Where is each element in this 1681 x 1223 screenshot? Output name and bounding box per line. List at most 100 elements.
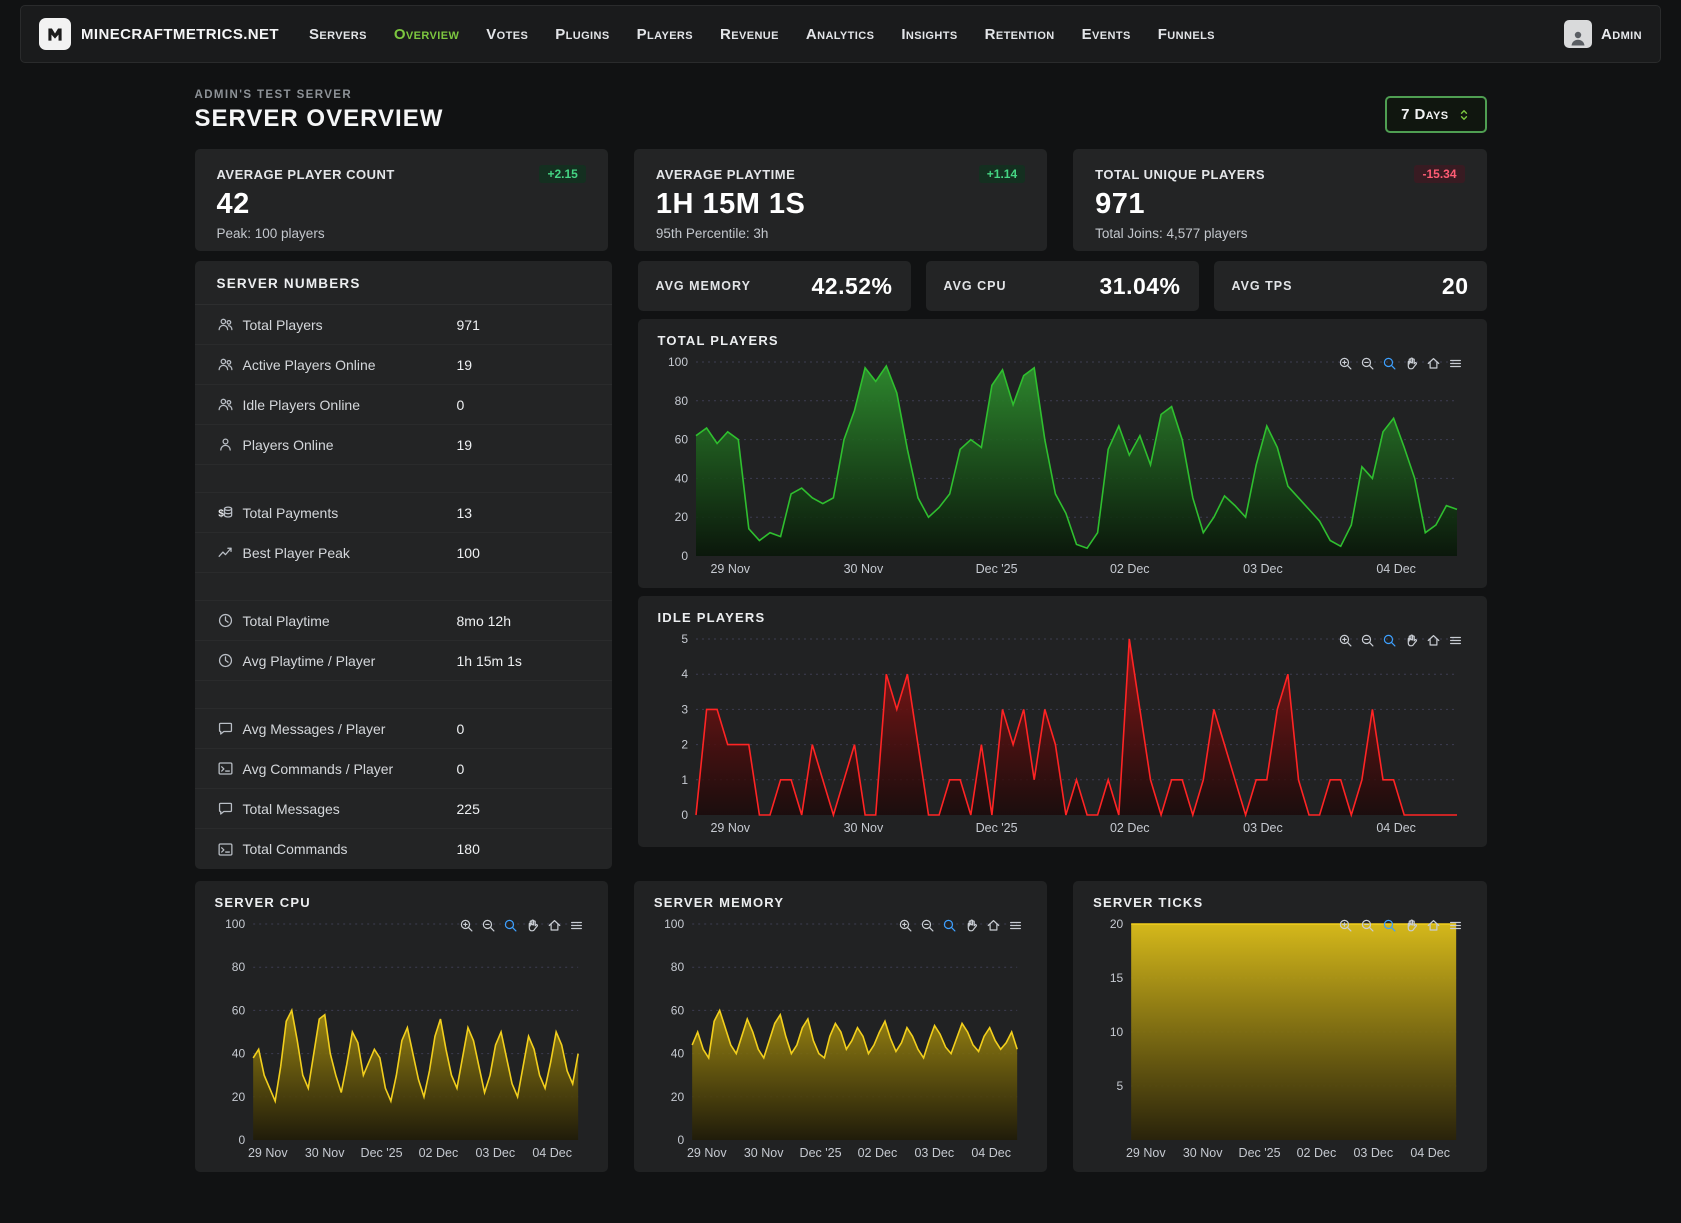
chart-title: SERVER MEMORY: [654, 895, 1027, 910]
gauge-card: AVG MEMORY 42.52%: [638, 261, 911, 311]
pan-icon[interactable]: [964, 918, 979, 933]
autoscale-icon[interactable]: [503, 918, 518, 933]
trend-icon: [217, 544, 234, 561]
zoom-out-icon[interactable]: [481, 918, 496, 933]
x-tick-label: Dec '25: [975, 562, 1017, 576]
row-value: 0: [457, 721, 465, 737]
home-icon[interactable]: [547, 918, 562, 933]
zoom-in-icon[interactable]: [898, 918, 913, 933]
row-icon-slot: $: [217, 504, 243, 521]
pan-icon[interactable]: [525, 918, 540, 933]
gauge-card: AVG CPU 31.04%: [926, 261, 1199, 311]
user-menu[interactable]: Admin: [1564, 20, 1642, 48]
brand[interactable]: MINECRAFTMETRICS.NET: [39, 18, 279, 50]
zoom-out-icon[interactable]: [1360, 633, 1375, 648]
nav-item-label: Analytics: [806, 26, 874, 43]
stat-card-trend-badge: +2.15: [539, 165, 585, 183]
chart-plot[interactable]: 02040608010029 Nov30 NovDec '2502 Dec03 …: [654, 914, 1027, 1164]
menu-icon[interactable]: [1448, 918, 1463, 933]
pan-icon[interactable]: [1404, 918, 1419, 933]
nav-item-players[interactable]: Players: [637, 26, 693, 43]
nav-item-overview[interactable]: Overview: [394, 26, 459, 43]
row-separator: [195, 681, 612, 709]
menu-icon[interactable]: [1448, 356, 1463, 371]
row-value: 971: [457, 317, 480, 333]
row-label: Avg Playtime / Player: [243, 653, 457, 669]
chart-modebar: [1338, 633, 1463, 648]
stat-card: AVERAGE PLAYER COUNT +2.15 42 Peak: 100 …: [195, 149, 608, 251]
y-tick-label: 20: [231, 1090, 245, 1104]
gauges-row: AVG MEMORY 42.52% AVG CPU 31.04% AVG TPS…: [638, 261, 1487, 311]
zoom-in-icon[interactable]: [459, 918, 474, 933]
row-label: Avg Commands / Player: [243, 761, 457, 777]
y-tick-label: 0: [681, 808, 688, 822]
x-tick-label: 02 Dec: [857, 1146, 897, 1160]
nav-item-analytics[interactable]: Analytics: [806, 26, 874, 43]
menu-icon[interactable]: [1448, 633, 1463, 648]
autoscale-icon[interactable]: [1382, 918, 1397, 933]
row-value: 0: [457, 397, 465, 413]
autoscale-icon[interactable]: [1382, 633, 1397, 648]
y-tick-label: 0: [677, 1133, 684, 1147]
chart-plot[interactable]: 510152029 Nov30 NovDec '2502 Dec03 Dec04…: [1093, 914, 1466, 1164]
x-tick-label: Dec '25: [975, 821, 1017, 835]
pan-icon[interactable]: [1404, 356, 1419, 371]
row-value: 13: [457, 505, 473, 521]
home-icon[interactable]: [1426, 356, 1441, 371]
x-tick-label: 02 Dec: [1297, 1146, 1337, 1160]
nav-item-retention[interactable]: Retention: [985, 26, 1055, 43]
y-tick-label: 100: [225, 917, 245, 931]
x-tick-label: 29 Nov: [247, 1146, 287, 1160]
nav-item-servers[interactable]: Servers: [309, 26, 367, 43]
home-icon[interactable]: [1426, 633, 1441, 648]
home-icon[interactable]: [986, 918, 1001, 933]
user-icon: [217, 436, 234, 453]
nav-item-plugins[interactable]: Plugins: [555, 26, 609, 43]
nav-item-revenue[interactable]: Revenue: [720, 26, 779, 43]
nav-item-label: Insights: [901, 26, 957, 43]
gauge-value: 42.52%: [811, 273, 892, 300]
charts-main: TOTAL PLAYERS 02040608010029 Nov30 NovDe…: [638, 319, 1487, 847]
chart-plot[interactable]: 02040608010029 Nov30 NovDec '2502 Dec03 …: [658, 352, 1467, 580]
nav-item-funnels[interactable]: Funnels: [1158, 26, 1215, 43]
date-range-select[interactable]: 7 Days: [1385, 96, 1486, 133]
server-label: ADMIN'S TEST SERVER: [195, 89, 444, 101]
nav-item-events[interactable]: Events: [1082, 26, 1131, 43]
x-tick-label: 04 Dec: [532, 1146, 572, 1160]
gauge-card: AVG TPS 20: [1214, 261, 1487, 311]
zoom-out-icon[interactable]: [1360, 918, 1375, 933]
y-tick-label: 40: [674, 471, 688, 485]
row-icon-slot: [217, 356, 243, 373]
autoscale-icon[interactable]: [1382, 356, 1397, 371]
zoom-in-icon[interactable]: [1338, 918, 1353, 933]
chart-modebar: [1338, 918, 1463, 933]
server-numbers-row: Total Playtime 8mo 12h: [195, 601, 612, 641]
x-tick-label: 30 Nov: [843, 821, 883, 835]
server-numbers-row: $ Total Payments 13: [195, 493, 612, 533]
y-tick-label: 80: [671, 960, 685, 974]
gauge-label: AVG TPS: [1232, 279, 1293, 293]
zoom-in-icon[interactable]: [1338, 356, 1353, 371]
autoscale-icon[interactable]: [942, 918, 957, 933]
zoom-out-icon[interactable]: [920, 918, 935, 933]
x-tick-label: 04 Dec: [1411, 1146, 1451, 1160]
y-tick-label: 20: [671, 1090, 685, 1104]
row-icon-slot: [217, 760, 243, 777]
chart-plot[interactable]: 01234529 Nov30 NovDec '2502 Dec03 Dec04 …: [658, 629, 1467, 839]
home-icon[interactable]: [1426, 918, 1441, 933]
users-icon: [217, 356, 234, 373]
zoom-out-icon[interactable]: [1360, 356, 1375, 371]
nav-items: Servers Overview Votes Plugins Players Revenu…: [309, 26, 1215, 43]
nav-item-votes[interactable]: Votes: [486, 26, 528, 43]
nav-item-insights[interactable]: Insights: [901, 26, 957, 43]
chart-plot[interactable]: 02040608010029 Nov30 NovDec '2502 Dec03 …: [215, 914, 588, 1164]
menu-icon[interactable]: [569, 918, 584, 933]
users-icon: [217, 316, 234, 333]
stat-card-subtext: Total Joins: 4,577 players: [1095, 226, 1464, 241]
stat-card-value: 971: [1095, 188, 1464, 221]
y-tick-label: 20: [1110, 917, 1124, 931]
menu-icon[interactable]: [1008, 918, 1023, 933]
pan-icon[interactable]: [1404, 633, 1419, 648]
chart-area: [1131, 924, 1456, 1140]
zoom-in-icon[interactable]: [1338, 633, 1353, 648]
